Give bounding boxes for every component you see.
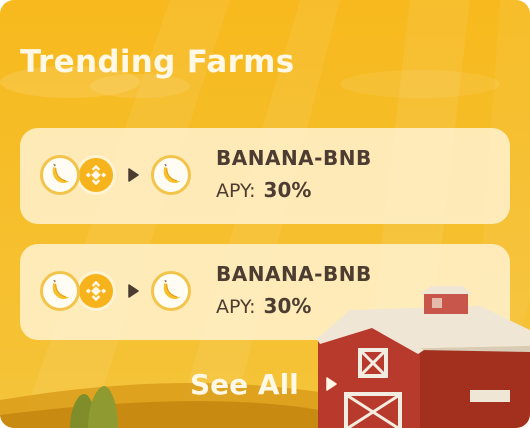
trending-farms-card: Trending Farms BANANA-BNB APY: 30% BANAN… — [0, 0, 530, 428]
see-all-label: See All — [190, 367, 299, 401]
see-all-button[interactable]: See All — [190, 364, 337, 404]
play-arrow-icon — [326, 377, 337, 391]
